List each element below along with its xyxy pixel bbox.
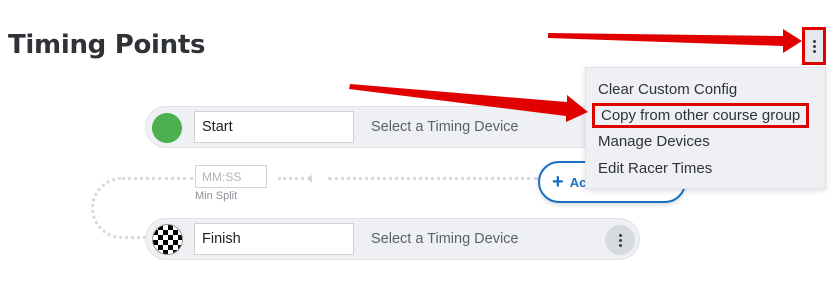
add-button-label: Ac (569, 174, 587, 190)
left-arrow-icon: 🢐 (306, 169, 313, 188)
start-marker-icon (152, 113, 182, 143)
annotation-arrow-top (548, 29, 802, 53)
min-split-input[interactable] (195, 165, 267, 188)
checkered-flag-icon (152, 224, 183, 255)
options-menu-button[interactable] (802, 27, 826, 65)
timing-point-row-start: Select a Timing Device (145, 106, 640, 148)
finish-name-input[interactable] (194, 223, 354, 255)
connector-line-mid (278, 177, 304, 180)
plus-icon: + (552, 171, 564, 193)
menu-item-clear-custom-config[interactable]: Clear Custom Config (598, 81, 737, 98)
finish-device-select[interactable]: Select a Timing Device (371, 231, 518, 247)
finish-options-button[interactable] (605, 225, 635, 255)
menu-item-edit-racer-times[interactable]: Edit Racer Times (598, 160, 712, 177)
menu-item-manage-devices[interactable]: Manage Devices (598, 133, 710, 150)
connector-line-right (328, 177, 538, 180)
kebab-menu-icon (812, 39, 816, 53)
timing-point-row-finish: Select a Timing Device (145, 218, 640, 260)
connector-line-left (158, 177, 193, 180)
page-title: Timing Points (8, 30, 206, 60)
kebab-menu-icon (618, 233, 622, 247)
start-name-input[interactable] (194, 111, 354, 143)
start-device-select[interactable]: Select a Timing Device (371, 119, 518, 135)
min-split-caption: Min Split (195, 190, 238, 202)
options-dropdown-menu: Clear Custom Config Copy from other cour… (585, 67, 826, 189)
menu-item-copy-from-course-group[interactable]: Copy from other course group (592, 103, 810, 128)
